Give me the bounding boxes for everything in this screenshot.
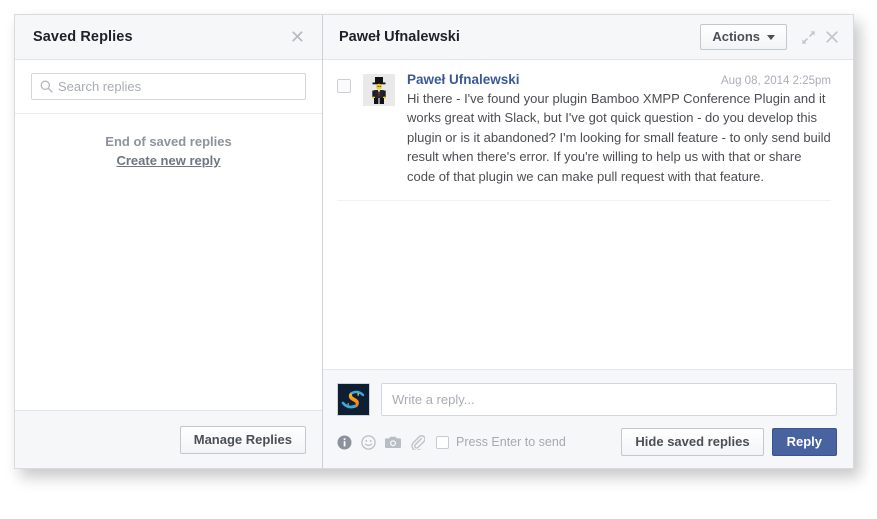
message-thread: Paweł Ufnalewski Aug 08, 2014 2:25pm Hi … — [323, 60, 853, 369]
search-field[interactable] — [31, 73, 306, 100]
message-item: Paweł Ufnalewski Aug 08, 2014 2:25pm Hi … — [337, 72, 831, 202]
header-icon-group — [801, 30, 839, 45]
saved-replies-window: Saved Replies ✕ End of saved replies Cre… — [14, 14, 854, 469]
message-timestamp: Aug 08, 2014 2:25pm — [721, 75, 831, 87]
expand-icon[interactable] — [801, 30, 816, 45]
composer-tools — [337, 434, 426, 451]
end-of-list-label: End of saved replies — [105, 134, 232, 149]
message-meta: Paweł Ufnalewski Aug 08, 2014 2:25pm — [407, 72, 831, 87]
conversation-title: Paweł Ufnalewski — [339, 29, 460, 45]
page-title: Saved Replies — [33, 29, 133, 45]
actions-button[interactable]: Actions — [700, 24, 787, 50]
saved-replies-panel: Saved Replies ✕ End of saved replies Cre… — [15, 15, 323, 468]
message-select-checkbox[interactable] — [337, 79, 351, 93]
info-icon[interactable] — [337, 435, 352, 450]
saved-replies-list: End of saved replies Create new reply — [15, 114, 322, 410]
close-icon[interactable] — [825, 30, 839, 44]
reply-composer: S Write a reply... Press Enter to send H… — [323, 369, 853, 468]
message-body: Hi there - I've found your plugin Bamboo… — [407, 91, 831, 184]
hide-saved-replies-button[interactable]: Hide saved replies — [621, 428, 764, 456]
conversation-panel: Paweł Ufnalewski Actions Paweł Ufnalewsk… — [323, 15, 853, 468]
press-enter-to-send-checkbox[interactable] — [436, 435, 449, 449]
message-content: Paweł Ufnalewski Aug 08, 2014 2:25pm Hi … — [407, 72, 831, 186]
composer-input-row: S — [337, 383, 837, 416]
search-input[interactable] — [53, 79, 297, 94]
actions-button-label: Actions — [712, 29, 760, 44]
search-icon — [40, 80, 53, 93]
saved-replies-header: Saved Replies ✕ — [15, 15, 322, 60]
emoji-icon[interactable] — [361, 434, 376, 450]
avatar — [363, 74, 395, 106]
press-enter-to-send-label: Press Enter to send — [456, 435, 566, 449]
manage-replies-button[interactable]: Manage Replies — [179, 425, 306, 454]
message-author[interactable]: Paweł Ufnalewski — [407, 72, 711, 87]
reply-input[interactable] — [381, 383, 837, 416]
chevron-down-icon — [767, 34, 775, 40]
conversation-header: Paweł Ufnalewski Actions — [323, 15, 853, 60]
composer-toolbar-row: Press Enter to send Hide saved replies R… — [337, 428, 837, 456]
close-icon[interactable]: ✕ — [287, 26, 308, 48]
saved-replies-footer: Manage Replies — [15, 410, 322, 468]
attachment-icon[interactable] — [410, 434, 426, 451]
search-container — [15, 60, 322, 114]
reply-button[interactable]: Reply — [771, 428, 837, 456]
account-avatar: S — [337, 383, 370, 416]
create-new-reply-link[interactable]: Create new reply — [116, 153, 220, 168]
camera-icon[interactable] — [385, 435, 401, 449]
